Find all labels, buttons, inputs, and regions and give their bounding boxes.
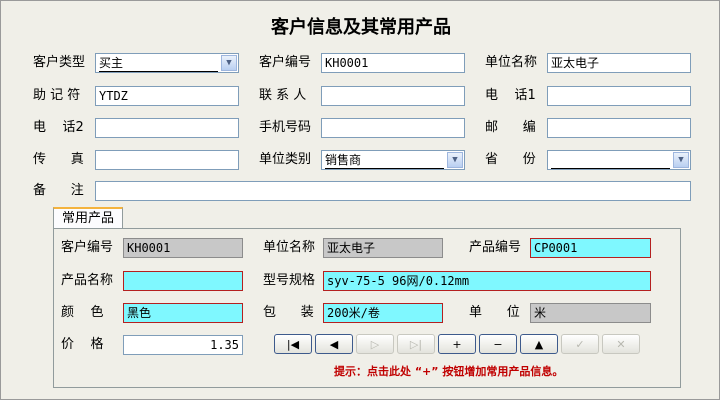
edit-button[interactable]: ▲ (520, 334, 558, 354)
customer-type-label: 客户类型 (33, 55, 86, 70)
company-name-label: 单位名称 (485, 55, 538, 70)
postcode-input[interactable] (547, 118, 691, 138)
color-input[interactable]: 黑色 (123, 303, 243, 323)
phone2-label: 电 话2 (33, 120, 84, 135)
mobile-label: 手机号码 (259, 120, 312, 135)
province-value (551, 151, 670, 169)
model-label: 型号规格 (263, 273, 316, 288)
mobile-input[interactable] (321, 118, 465, 138)
prev-record-button[interactable]: ◀ (315, 334, 353, 354)
fax-input[interactable] (95, 150, 239, 170)
first-record-button[interactable]: |◀ (274, 334, 312, 354)
customer-type-select[interactable]: 买主 ▼ (95, 53, 239, 73)
product-name-label: 产品名称 (61, 273, 114, 288)
customer-type-value: 买主 (99, 54, 218, 72)
unit-field[interactable]: 米 (530, 303, 651, 323)
window: 客户信息及其常用产品 客户类型 买主 ▼ 客户编号 KH0001 单位名称 亚太… (0, 0, 720, 400)
chevron-down-icon[interactable]: ▼ (221, 55, 237, 71)
customer-no-input[interactable]: KH0001 (321, 53, 465, 73)
confirm-button[interactable]: ✓ (561, 334, 599, 354)
cancel-button[interactable]: ✕ (602, 334, 640, 354)
last-record-button[interactable]: ▷| (397, 334, 435, 354)
product-company-name-label: 单位名称 (263, 240, 316, 255)
remark-input[interactable] (95, 181, 691, 201)
postcode-label: 邮 编 (485, 120, 536, 135)
company-type-label: 单位类别 (259, 152, 312, 167)
product-name-input[interactable] (123, 271, 243, 291)
package-label: 包 装 (263, 305, 314, 320)
product-customer-no-field: KH0001 (123, 238, 243, 258)
phone1-label: 电 话1 (485, 88, 536, 103)
package-input[interactable]: 200米/卷 (323, 303, 443, 323)
company-type-select[interactable]: 销售商 ▼ (321, 150, 465, 170)
company-name-input[interactable]: 亚太电子 (547, 53, 691, 73)
delete-button[interactable]: − (479, 334, 517, 354)
next-record-button[interactable]: ▷ (356, 334, 394, 354)
product-no-label: 产品编号 (469, 240, 522, 255)
province-select[interactable]: ▼ (547, 150, 691, 170)
company-type-value: 销售商 (325, 151, 444, 169)
product-no-input[interactable]: CP0001 (530, 238, 651, 258)
mnemonic-label: 助 记 符 (33, 88, 81, 103)
chevron-down-icon[interactable]: ▼ (673, 152, 689, 168)
contact-label: 联 系 人 (259, 88, 307, 103)
customer-no-label: 客户编号 (259, 55, 312, 70)
tab-common-products[interactable]: 常用产品 (53, 207, 123, 229)
page-title: 客户信息及其常用产品 (271, 17, 451, 38)
product-customer-no-label: 客户编号 (61, 240, 114, 255)
mnemonic-input[interactable]: YTDZ (95, 86, 239, 106)
phone2-input[interactable] (95, 118, 239, 138)
remark-label: 备 注 (33, 183, 84, 198)
price-input[interactable]: 1.35 (123, 335, 243, 355)
price-label: 价 格 (61, 337, 104, 352)
add-button[interactable]: + (438, 334, 476, 354)
chevron-down-icon[interactable]: ▼ (447, 152, 463, 168)
hint-text: 提示：点击此处 “+” 按钮增加常用产品信息。 (334, 365, 564, 378)
phone1-input[interactable] (547, 86, 691, 106)
province-label: 省 份 (485, 152, 536, 167)
fax-label: 传 真 (33, 152, 84, 167)
color-label: 颜 色 (61, 305, 104, 320)
unit-label: 单 位 (469, 305, 520, 320)
model-input[interactable]: syv-75-5 96网/0.12mm (323, 271, 651, 291)
contact-input[interactable] (321, 86, 465, 106)
product-company-name-field: 亚太电子 (323, 238, 443, 258)
